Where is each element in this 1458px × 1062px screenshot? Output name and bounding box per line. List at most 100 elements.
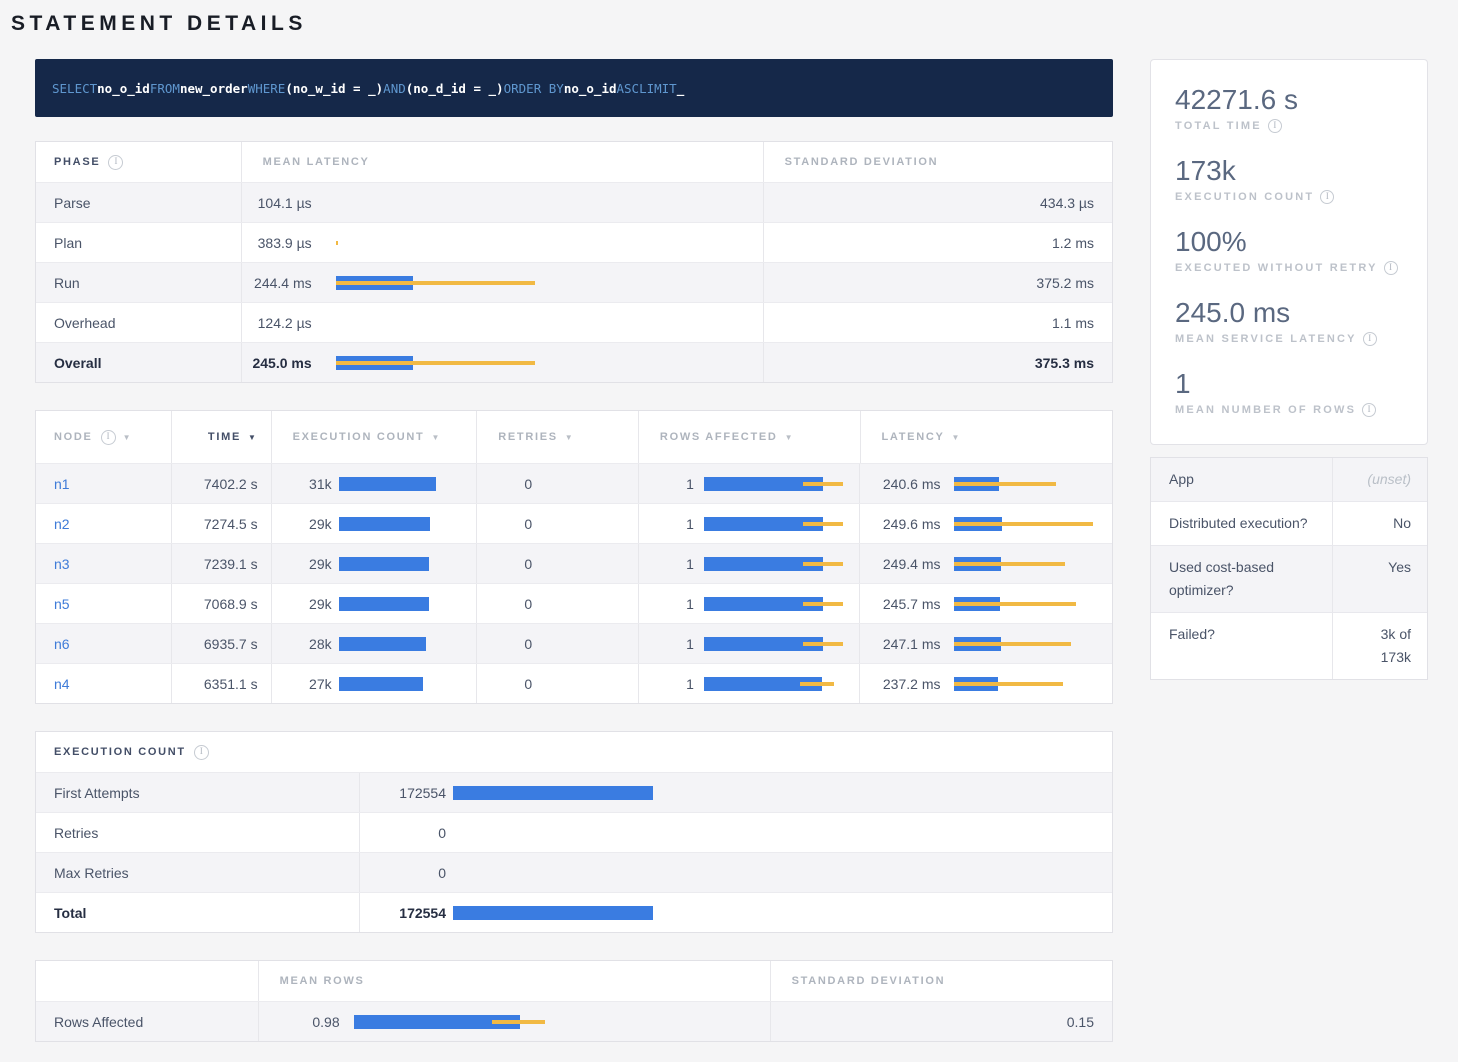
app-detail-row: Distributed execution?No	[1151, 501, 1427, 545]
node-link[interactable]: n2	[54, 516, 70, 532]
sort-desc-icon: ▼	[431, 433, 441, 442]
app-detail-value-cell: Yes	[1332, 546, 1427, 612]
execution-value: 0	[360, 865, 446, 881]
execution-count-cell: 29k	[271, 504, 477, 543]
info-icon[interactable]: i	[1320, 190, 1334, 204]
stat-value: 173k	[1175, 154, 1407, 187]
column-header-mean-rows: Mean Rows	[258, 961, 770, 1001]
stddev-line	[954, 602, 1076, 606]
stddev-value: 0.15	[770, 1002, 1112, 1041]
mean-latency-cell: 104.1 µs	[241, 183, 763, 222]
sql-token: LIMIT	[639, 81, 677, 96]
app-detail-label: Distributed execution?	[1151, 502, 1332, 545]
execution-count-cell: 29k	[271, 584, 477, 623]
node-link[interactable]: n1	[54, 476, 70, 492]
app-detail-label: App	[1151, 458, 1332, 501]
info-icon[interactable]: i	[1363, 332, 1377, 346]
sql-token: ASC	[617, 81, 640, 96]
info-icon[interactable]: i	[1384, 261, 1398, 275]
stddev-line	[954, 682, 1063, 686]
stat-label: Mean Service Latency i	[1175, 332, 1407, 346]
stddev-line	[492, 1020, 545, 1024]
column-header-label: Standard Deviation	[785, 156, 939, 168]
retries-value: 0	[477, 636, 532, 652]
summary-stat: 42271.6 sTotal Timei	[1175, 83, 1407, 133]
retries-cell: 0	[476, 664, 638, 703]
app-detail-value-cell: No	[1332, 502, 1427, 545]
column-header-execution-count[interactable]: Execution Count▼	[271, 411, 477, 463]
column-header-node[interactable]: Nodei▼	[36, 411, 171, 463]
node-cell: n1	[36, 464, 171, 503]
column-header-latency[interactable]: Latency▼	[860, 411, 1113, 463]
info-icon[interactable]: i	[1362, 403, 1376, 417]
mean-latency-value: 383.9 µs	[242, 235, 312, 251]
phase-row: Overall245.0 ms375.3 ms	[36, 342, 1112, 382]
bar-track	[336, 236, 753, 250]
mean-bar	[339, 677, 423, 691]
mean-rows-cell: 0.98	[258, 1002, 770, 1041]
mean-bar	[453, 906, 653, 920]
info-icon[interactable]: i	[1268, 119, 1282, 133]
node-link[interactable]: n4	[54, 676, 70, 692]
execution-row-label: Retries	[36, 813, 359, 852]
execution-row: First Attempts172554	[36, 772, 1112, 812]
stddev-line	[954, 522, 1093, 526]
bar-track	[339, 557, 469, 571]
column-header-retries[interactable]: Retries▼	[476, 411, 638, 463]
node-link[interactable]: n5	[54, 596, 70, 612]
phase-row: Parse104.1 µs434.3 µs	[36, 182, 1112, 222]
column-header-label: Phase	[54, 156, 100, 168]
rows-affected-cell: 1	[638, 464, 860, 503]
stddev-line	[954, 642, 1071, 646]
stat-label-text: Total Time	[1175, 120, 1262, 132]
sql-token: SELECT	[52, 81, 97, 96]
latency-value: 249.6 ms	[860, 516, 940, 532]
column-header-mean-latency: Mean Latency	[241, 142, 763, 182]
summary-stat: 245.0 msMean Service Latencyi	[1175, 296, 1407, 346]
rows-affected-value: 1	[639, 556, 694, 572]
execution-count-value: 29k	[272, 596, 332, 612]
node-cell: n4	[36, 664, 171, 703]
execution-count-cell: 29k	[271, 544, 477, 583]
rows-affected-cell: 1	[638, 584, 860, 623]
bar-track	[954, 677, 1106, 691]
execution-row: Max Retries0	[36, 852, 1112, 892]
stddev-line	[803, 562, 843, 566]
sort-desc-icon: ▼	[952, 433, 962, 442]
bar-track	[336, 316, 753, 330]
phase-label: Plan	[36, 223, 241, 262]
stat-label: Total Time i	[1175, 119, 1407, 133]
rows-affected-cell: 1	[638, 624, 860, 663]
info-icon[interactable]: i	[194, 745, 209, 760]
retries-value: 0	[477, 516, 532, 532]
column-header-rows-affected[interactable]: Rows Affected▼	[638, 411, 860, 463]
retries-cell: 0	[476, 504, 638, 543]
stddev-line	[954, 482, 1056, 486]
bar-track	[954, 637, 1106, 651]
node-table-header: Nodei▼Time▼Execution Count▼Retries▼Rows …	[36, 411, 1112, 463]
mean-latency-value: 104.1 µs	[242, 195, 312, 211]
rows-affected-value: 1	[639, 476, 694, 492]
column-header-time[interactable]: Time▼	[171, 411, 271, 463]
bar-track	[704, 637, 854, 651]
phase-label: Run	[36, 263, 241, 302]
node-link[interactable]: n3	[54, 556, 70, 572]
bar-track	[954, 477, 1106, 491]
mean-bar	[339, 477, 436, 491]
stat-label-text: Mean Service Latency	[1175, 333, 1357, 345]
mean-latency-value: 245.0 ms	[242, 355, 312, 371]
latency-value: 240.6 ms	[860, 476, 940, 492]
mean-latency-cell: 383.9 µs	[241, 223, 763, 262]
bar-track	[339, 477, 469, 491]
info-icon[interactable]: i	[108, 155, 123, 170]
retries-value: 0	[477, 676, 532, 692]
latency-cell: 249.4 ms	[859, 544, 1112, 583]
stat-label-text: Execution Count	[1175, 191, 1314, 203]
execution-value-cell: 0	[359, 853, 1112, 892]
latency-cell: 237.2 ms	[859, 664, 1112, 703]
node-link[interactable]: n6	[54, 636, 70, 652]
retries-cell: 0	[476, 624, 638, 663]
app-details-table: App(unset)Distributed execution?NoUsed c…	[1150, 457, 1428, 680]
execution-count-cell: 28k	[271, 624, 477, 663]
info-icon[interactable]: i	[101, 430, 116, 445]
